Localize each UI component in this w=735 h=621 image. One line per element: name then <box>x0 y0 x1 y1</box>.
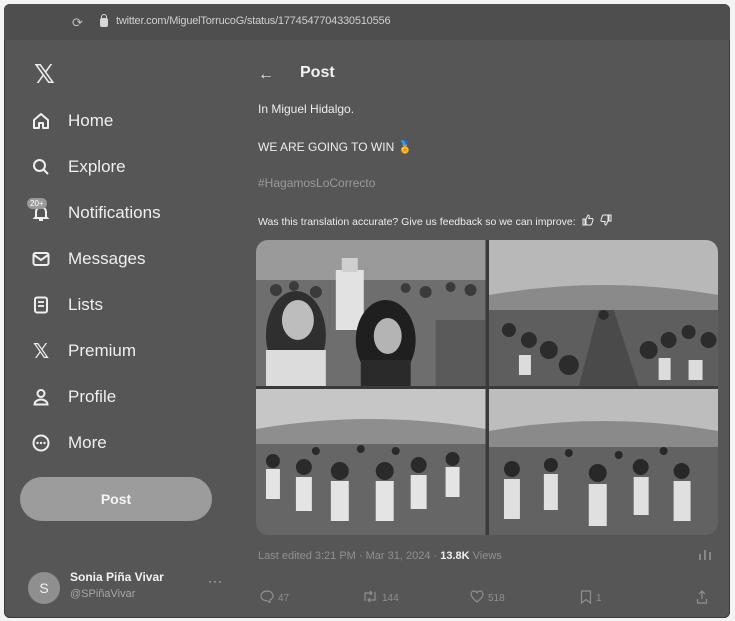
bookmark-button[interactable]: 1 <box>580 590 602 607</box>
post-timestamp: Last edited 3:21 PM · Mar 31, 2024 · 13.… <box>258 550 502 562</box>
analytics-icon[interactable] <box>698 548 712 563</box>
sidebar-item-label: Home <box>68 111 114 130</box>
post-photo[interactable] <box>256 240 486 386</box>
reply-count: 47 <box>278 592 290 604</box>
post-actions: 47 144 518 1 <box>256 590 718 614</box>
timestamp-text[interactable]: Last edited 3:21 PM · Mar 31, 2024 · <box>258 550 440 562</box>
account-name: Sonia Piña Vivar <box>70 570 164 584</box>
post-media-grid <box>256 240 718 535</box>
post-photo[interactable] <box>256 389 486 535</box>
repost-count: 144 <box>382 592 399 604</box>
notification-badge: 20+ <box>27 198 47 209</box>
mail-icon <box>30 248 52 270</box>
sidebar-item-more[interactable]: More <box>30 428 107 458</box>
account-switcher[interactable]: S Sonia Piña Vivar @SPiñaVivar ··· <box>28 570 228 614</box>
like-count: 518 <box>488 592 505 604</box>
bell-icon: 20+ <box>27 198 52 224</box>
share-button[interactable] <box>696 590 708 607</box>
search-icon <box>30 156 52 178</box>
avatar: S <box>28 572 60 604</box>
home-icon <box>30 110 52 132</box>
x-logo-icon[interactable]: 𝕏 <box>34 60 55 90</box>
feedback-text: Was this translation accurate? Give us f… <box>258 215 576 228</box>
bookmark-icon <box>580 590 592 607</box>
more-icon[interactable]: ··· <box>208 574 223 588</box>
person-icon <box>30 386 52 408</box>
back-arrow-icon[interactable]: ← <box>258 66 274 84</box>
more-circle-icon <box>30 432 52 454</box>
page-title: Post <box>300 64 335 81</box>
sidebar-item-label: Profile <box>68 387 117 406</box>
translation-feedback: Was this translation accurate? Give us f… <box>258 214 612 229</box>
url-text[interactable]: twitter.com/MiguelTorrucoG/status/177454… <box>116 15 391 27</box>
heart-icon <box>470 590 484 606</box>
reply-button[interactable]: 47 <box>260 590 289 606</box>
sidebar-item-explore[interactable]: Explore <box>30 152 126 182</box>
reply-icon <box>260 590 274 606</box>
sidebar-item-label: Messages <box>68 249 146 268</box>
like-button[interactable]: 518 <box>470 590 505 606</box>
x-logo-icon: 𝕏 <box>32 339 50 363</box>
bookmark-count: 1 <box>596 593 602 604</box>
sidebar-item-label: Premium <box>68 341 137 360</box>
views-label: Views <box>469 550 502 562</box>
sidebar-item-label: Lists <box>68 295 103 314</box>
views-count: 13.8K <box>440 550 470 562</box>
browser-window: ⟳ twitter.com/MiguelTorrucoG/status/1774… <box>4 4 730 618</box>
sidebar-item-home[interactable]: Home <box>30 106 113 136</box>
sidebar-item-messages[interactable]: Messages <box>30 244 145 274</box>
repost-icon <box>362 590 378 606</box>
browser-address-bar[interactable]: ⟳ twitter.com/MiguelTorrucoG/status/1774… <box>4 4 730 40</box>
lock-icon <box>100 14 108 27</box>
sidebar-item-label: Explore <box>68 157 126 176</box>
post-photo[interactable] <box>488 240 718 386</box>
thumbs-down-icon[interactable] <box>600 214 612 229</box>
share-icon <box>696 590 708 607</box>
sidebar-item-premium[interactable]: 𝕏 Premium <box>30 336 136 366</box>
sidebar-item-lists[interactable]: Lists <box>30 290 103 320</box>
sidebar-item-notifications[interactable]: 20+ Notifications <box>27 198 161 228</box>
main-column: ← Post In Miguel Hidalgo. WE ARE GOING T… <box>240 40 730 618</box>
list-icon <box>30 294 52 316</box>
post-photo[interactable] <box>488 389 718 535</box>
thumbs-up-icon[interactable] <box>582 214 594 229</box>
sidebar-item-profile[interactable]: Profile <box>30 382 116 412</box>
post-button[interactable]: Post <box>20 477 212 521</box>
reload-icon[interactable]: ⟳ <box>72 15 83 31</box>
post-text-line: WE ARE GOING TO WIN 🏅 <box>258 140 413 154</box>
repost-button[interactable]: 144 <box>362 590 399 606</box>
post-text-line: In Miguel Hidalgo. <box>258 102 355 116</box>
sidebar: 𝕏 Home Explore 20+ Notifications Message… <box>4 40 234 618</box>
sidebar-item-label: More <box>68 433 107 452</box>
account-handle: @SPiñaVivar <box>70 588 136 600</box>
sidebar-item-label: Notifications <box>68 203 161 222</box>
hashtag-link[interactable]: #HagamosLoCorrecto <box>258 176 375 190</box>
